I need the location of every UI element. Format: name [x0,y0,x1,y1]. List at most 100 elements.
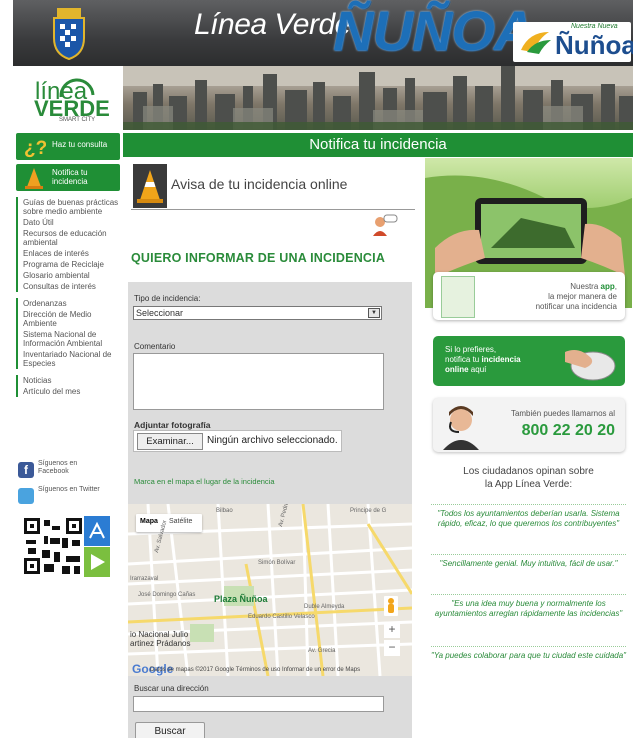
notifica-button[interactable]: Notifica tu incidencia [16,164,120,191]
question-icon: ¿? [24,138,46,158]
phone-text: También puedes llamarnos al [510,409,615,418]
chevron-down-icon: ▼ [368,308,380,318]
comentario-textarea[interactable] [133,353,384,410]
header-title-nunoa: ÑUÑOA [333,0,534,62]
menu-group-guias: Guías de buenas prácticas sobre medio am… [16,197,120,292]
map-tab-map[interactable]: Mapa [140,518,158,525]
twitter-label: Síguenos en Twitter [38,486,100,493]
facebook-link[interactable]: f Síguenos en Facebook [18,460,118,484]
menu-item[interactable]: Ordenanzas [23,298,120,309]
page: Línea Verde ÑUÑOA Nuestra Nueva Ñuñoa lí… [0,0,634,738]
tipo-select-value: Seleccionar [136,308,184,318]
menu-item[interactable]: Dato Útil [23,217,120,228]
phone-card[interactable]: También puedes llamarnos al 800 22 20 20 [433,398,625,452]
pegman-icon[interactable] [384,596,398,616]
map-instruction: Marca en el mapa el lugar de la incidenc… [134,477,275,486]
menu-item[interactable]: Programa de Reciclaje [23,259,120,270]
menu-item[interactable]: Sistema Nacional de Información Ambienta… [23,329,120,349]
app-line2: la mejor manera de [548,292,617,301]
street-label: José Domingo Cañas [138,592,196,598]
app-screenshot-icon [441,276,475,318]
app-line3: notificar una incidencia [535,302,617,311]
app-store-icon[interactable] [84,516,110,546]
facebook-icon: f [18,462,34,478]
operator-icon [443,406,479,450]
street-label: Irarrazaval [130,576,159,582]
person-speech-icon [373,214,398,236]
app-card[interactable]: Nuestra app, la mejor manera de notifica… [433,272,625,320]
file-status: Ningún archivo seleccionado. [207,435,338,446]
menu-item[interactable]: Guías de buenas prácticas sobre medio am… [23,197,120,217]
online-line3a: online [445,365,469,374]
leaf-logo-icon [521,32,551,54]
street-label: Principe de G [350,508,387,514]
browse-button[interactable]: Examinar... [137,433,203,450]
address-search-input[interactable] [133,696,384,712]
street-label: Bilbao [216,508,233,514]
facebook-label: Síguenos en Facebook [38,460,78,475]
street-label: Duble Almeyda [304,604,345,610]
app-card-text: Nuestra app, la mejor manera de notifica… [535,282,617,311]
opinions-line2: la App Línea Verde: [484,479,573,490]
consulta-button[interactable]: ¿? Haz tu consulta [16,133,120,160]
form-heading: QUIERO INFORMAR DE UNA INCIDENCIA [131,251,386,265]
twitter-link[interactable]: Síguenos en Twitter [18,486,118,510]
menu-item[interactable]: Noticias [23,375,120,386]
linea-verde-logo[interactable]: línea VERDE SMART CITY [13,66,123,130]
adjuntar-label: Adjuntar fotografía [134,420,211,430]
map-place-label: Plaza Ñuñoa [214,594,268,604]
traffic-cone-icon [133,164,167,208]
tipo-label: Tipo de incidencia: [134,294,201,303]
google-play-icon[interactable] [84,547,110,577]
consulta-label: Haz tu consulta [52,140,108,149]
map-attribution[interactable]: Datos de mapas ©2017 Google Términos de … [150,667,360,673]
menu-item[interactable]: Artículo del mes [23,386,120,397]
street-label: Eduardo Castillo Velasco [248,614,315,620]
avisa-header: Avisa de tu incidencia online [131,158,415,210]
qr-code-icon [22,516,84,576]
menu-group-ordenanzas: Ordenanzas Dirección de Medio Ambiente S… [16,298,120,369]
notifica-label: Notifica tu incidencia [52,168,88,186]
street-label: Av. Grecia [308,648,336,654]
nunoa-logo[interactable]: Nuestra Nueva Ñuñoa [513,22,633,62]
menu-item[interactable]: Dirección de Medio Ambiente [23,309,120,329]
menu-item[interactable]: Consultas de interés [23,281,120,292]
site-header: Línea Verde ÑUÑOA Nuestra Nueva Ñuñoa [13,0,633,66]
app-line1: Nuestra [570,282,599,291]
map-tab-satellite[interactable]: Satélite [169,518,192,525]
testimonial: "Sencillamente genial. Muy intuitiva, fá… [431,554,626,569]
buscar-button[interactable]: Buscar [135,722,205,738]
zoom-out-button[interactable]: − [384,640,400,656]
location-map[interactable]: Mapa Satélite Plaza Ñuñoa io Nacional Ju… [128,504,412,676]
city-banner-image [123,66,633,130]
comentario-label: Comentario [134,342,176,351]
menu-item[interactable]: Inventariado Nacional de Especies [23,349,120,369]
logo-line3: SMART CITY [59,117,96,123]
page-title-bar: Notifica tu incidencia [123,133,633,157]
file-input[interactable]: Examinar... Ningún archivo seleccionado. [133,430,342,452]
incident-form: Tipo de incidencia: Seleccionar ▼ Coment… [128,282,412,738]
phone-number[interactable]: 800 22 20 20 [522,422,615,440]
twitter-icon [18,488,34,504]
map-place-line: io Nacional Julio [130,630,189,639]
map-place-line: artinez Prádanos [130,639,191,648]
header-title: Línea Verde [194,8,351,41]
zoom-in-button[interactable]: + [384,622,400,638]
testimonial: "Es una idea muy buena y normalmente los… [431,594,626,619]
sidebar-menu: Guías de buenas prácticas sobre medio am… [16,197,120,403]
map-place-label: io Nacional Julio artinez Prádanos [130,630,190,648]
testimonial: "Ya puedes colaborar para que tu ciudad … [431,646,626,661]
online-card[interactable]: Si lo prefieres, notifica tu incidencia … [433,336,625,386]
tipo-select[interactable]: Seleccionar ▼ [133,306,382,320]
menu-item[interactable]: Recursos de educación ambiental [23,228,120,248]
logo-tagline: Nuestra Nueva [571,23,618,30]
map-type-control[interactable]: Mapa Satélite [136,514,202,532]
menu-group-noticias: Noticias Artículo del mes [16,375,120,397]
opinions-heading: Los ciudadanos opinan sobre la App Línea… [425,465,632,491]
menu-item[interactable]: Glosario ambiental [23,270,120,281]
menu-item[interactable]: Enlaces de interés [23,248,120,259]
online-line3b: aquí [470,365,487,374]
online-line2a: notifica tu [445,355,480,364]
municipal-crest-icon [53,8,85,60]
street-label: Simón Bolívar [258,560,296,566]
